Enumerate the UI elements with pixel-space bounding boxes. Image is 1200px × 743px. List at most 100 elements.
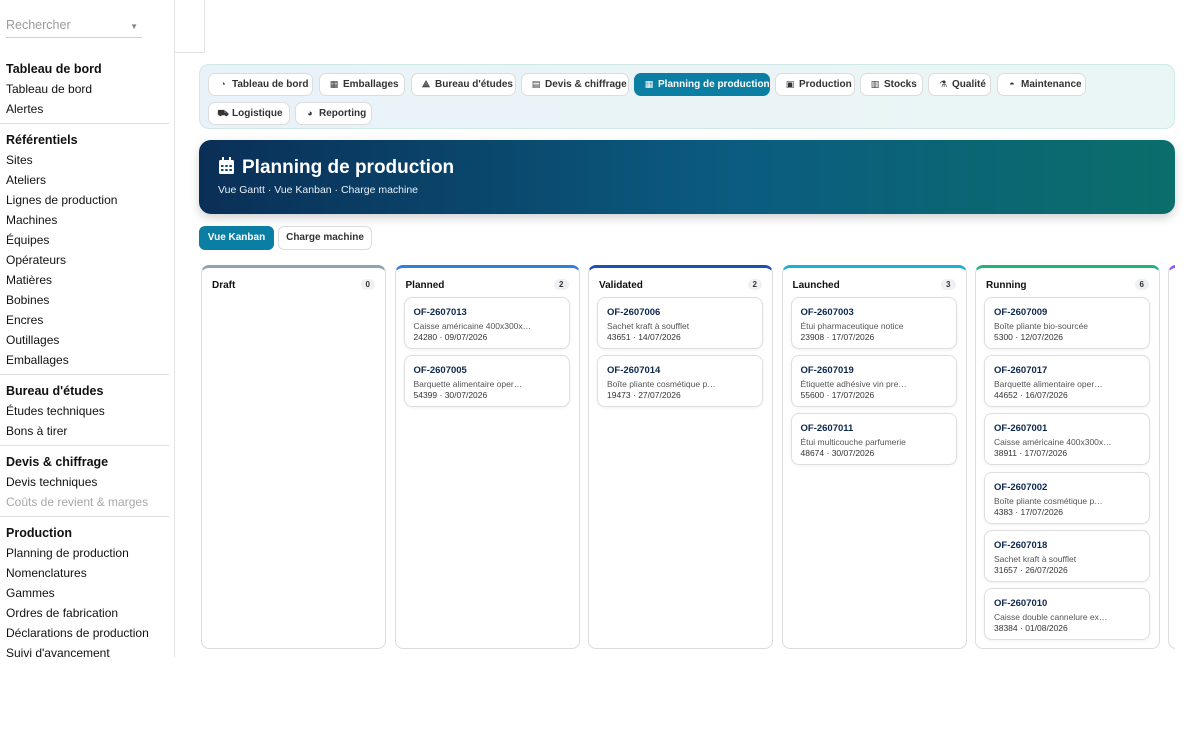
sidebar-item[interactable]: Matières: [6, 270, 170, 290]
order-meta: 23908 · 17/07/2026: [800, 332, 875, 342]
flask-icon: ⚗: [938, 79, 948, 89]
order-meta: 43651 · 14/07/2026: [607, 332, 681, 342]
tab-maintenance[interactable]: ◓ Maintenance: [997, 73, 1086, 96]
nav-divider: [0, 516, 169, 517]
search-select[interactable]: Rechercher ▼: [6, 18, 142, 38]
sidebar-item[interactable]: Ateliers: [6, 170, 170, 190]
sidebar-item[interactable]: Sites: [6, 150, 170, 170]
order-meta: 38911 · 17/07/2026: [994, 448, 1068, 459]
order-card[interactable]: OF-2607010 Caisse double cannelure ex… 383…: [984, 588, 1150, 640]
order-id: OF-2607013: [413, 307, 467, 318]
vue-kanban-button[interactable]: Vue Kanban: [199, 226, 274, 250]
order-card[interactable]: OF-2607017 Barquette alimentaire oper… 446…: [984, 355, 1150, 408]
sidebar-item[interactable]: Bobines: [6, 290, 170, 310]
order-card[interactable]: OF-2607009 Boîte pliante bio-sourcée 5300 …: [984, 297, 1150, 349]
sidebar-item[interactable]: Coûts de revient & marges: [6, 492, 170, 512]
order-card[interactable]: OF-2607019 Étiquette adhésive vin pre… 556…: [790, 355, 957, 408]
order-id: OF-2607019: [800, 365, 854, 377]
order-description: Étui pharmaceutique notice: [800, 321, 904, 331]
order-card[interactable]: OF-2607006 Sachet kraft à soufflet 43651 ·…: [597, 297, 763, 349]
sidebar-item[interactable]: Alertes: [6, 99, 170, 119]
order-card[interactable]: OF-2607014 Boîte pliante cosmétique p… 194…: [597, 355, 763, 408]
order-card[interactable]: OF-2607005 Barquette alimentaire oper… 543…: [403, 355, 570, 408]
sidebar-item[interactable]: Études techniques: [6, 401, 170, 421]
order-description: Boîte pliante cosmétique p…: [607, 379, 716, 390]
column-title: Planned: [405, 280, 445, 291]
sidebar-item[interactable]: Gammes: [6, 583, 170, 603]
order-card[interactable]: OF-2607011 Étui multicouche parfumerie 486…: [790, 413, 957, 466]
order-card[interactable]: OF-2607003 Étui pharmaceutique notice 2390…: [790, 297, 957, 349]
tab-stocks[interactable]: ▥ Stocks: [860, 73, 923, 96]
nav-section: Devis & chiffrage Devis techniques Coûts d…: [0, 452, 170, 512]
nav-section: Référentiels Sites Ateliers Lignes de produ…: [0, 130, 170, 370]
chevron-down-icon[interactable]: ▼: [130, 22, 138, 31]
page-subtitle: Vue Gantt · Vue Kanban · Charge machine: [218, 184, 419, 196]
nav-section-title: Bureau d'études: [6, 384, 104, 398]
sidebar-item[interactable]: Outillages: [6, 330, 170, 350]
sidebar-item[interactable]: Tableau de bord: [6, 79, 170, 99]
nav-section: Tableau de bord Tableau de bord Alertes: [0, 59, 170, 119]
sidebar-item[interactable]: Emballages: [6, 350, 170, 370]
order-id: OF-2607011: [800, 423, 854, 435]
column-title: Draft: [212, 280, 236, 291]
compass-icon: ⟁: [421, 79, 431, 89]
order-description: Boîte pliante cosmétique p…: [994, 495, 1103, 506]
tab-devis-chiffrage[interactable]: ▤ Devis & chiffrage: [521, 73, 629, 96]
sidebar-item[interactable]: Suivi d'avancement: [6, 643, 170, 657]
nav-divider: [0, 445, 169, 446]
order-meta: 55600 · 17/07/2026: [800, 390, 875, 401]
kanban-column-validated: Validated 2 OF-2607006 Sachet kraft à souff…: [588, 265, 773, 649]
order-card[interactable]: OF-2607018 Sachet kraft à soufflet 31657 ·…: [984, 529, 1150, 582]
tab-label: Maintenance: [1021, 79, 1082, 90]
sidebar-item[interactable]: Ordres de fabrication: [6, 603, 170, 623]
order-card[interactable]: OF-2607001 Caisse américaine 400x300x… 389…: [984, 413, 1150, 466]
tab-tableau-de-bord[interactable]: ◔ Tableau de bord: [208, 73, 313, 96]
truck-icon: ⛟: [217, 108, 229, 118]
tab-qualité[interactable]: ⚗ Qualité: [928, 73, 991, 96]
sidebar-item[interactable]: Opérateurs: [6, 250, 170, 270]
tab-planning-de-production[interactable]: ▦ Planning de production: [634, 73, 770, 96]
order-meta: 48674 · 30/07/2026: [800, 448, 875, 459]
order-meta: 38384 · 01/08/2026: [994, 623, 1068, 633]
sidebar-item[interactable]: Équipes: [6, 230, 170, 250]
chart-pie-icon: ◕: [307, 108, 313, 118]
charge-machine-button[interactable]: Charge machine: [278, 226, 372, 250]
tab-reporting[interactable]: ◕ Reporting: [295, 102, 372, 125]
order-description: Caisse américaine 400x300x…: [994, 437, 1112, 448]
kanban-board: Draft 0 Planned 2 OF-2607013 Caisse américain…: [199, 262, 1175, 650]
column-count-badge: 2: [554, 279, 569, 290]
order-id: OF-2607005: [413, 365, 467, 377]
sidebar-item[interactable]: Lignes de production: [6, 190, 170, 210]
tab-label: Planning de production: [658, 79, 770, 90]
sidebar-item[interactable]: Devis techniques: [6, 472, 170, 492]
tab-emballages[interactable]: ▦ Emballages: [319, 73, 405, 96]
nav-section: Bureau d'études Études techniques Bons à t…: [0, 381, 170, 441]
order-id: OF-2607014: [607, 365, 661, 377]
tab-logistique[interactable]: ⛟ Logistique: [208, 102, 290, 125]
sidebar-item[interactable]: Nomenclatures: [6, 563, 170, 583]
tab-label: Bureau d'études: [435, 79, 513, 90]
kanban-column-planned: Planned 2 OF-2607013 Caisse américaine 400x…: [394, 265, 580, 649]
order-description: Étiquette adhésive vin pre…: [800, 379, 907, 390]
boxes-icon: ▦: [329, 79, 339, 89]
nav-section-title: Devis & chiffrage: [6, 455, 109, 469]
order-meta: 19473 · 27/07/2026: [607, 390, 681, 401]
sidebar-item[interactable]: Planning de production: [6, 543, 170, 563]
warehouse-icon: ▥: [870, 79, 880, 89]
tab-production[interactable]: ▣ Production: [775, 73, 855, 96]
sidebar-item[interactable]: Machines: [6, 210, 170, 230]
page-title-text: Planning de production: [242, 157, 455, 178]
order-card[interactable]: OF-2607013 Caisse américaine 400x300x… 242…: [403, 297, 570, 349]
column-title: Validated: [599, 280, 643, 291]
order-description: Sachet kraft à soufflet: [607, 321, 690, 331]
sidebar-item[interactable]: Bons à tirer: [6, 421, 170, 441]
order-description: Barquette alimentaire oper…: [413, 379, 523, 390]
search-placeholder: Rechercher: [6, 18, 71, 32]
order-id: OF-2607009: [994, 307, 1048, 318]
order-card[interactable]: OF-2607002 Boîte pliante cosmétique p… 438…: [984, 471, 1150, 524]
sidebar-item[interactable]: Déclarations de production: [6, 623, 170, 643]
kanban-column-running: Running 6 OF-2607009 Boîte pliante bio-sour…: [975, 265, 1160, 649]
tab-label: Stocks: [884, 79, 917, 90]
sidebar-item[interactable]: Encres: [6, 310, 170, 330]
tab-bureau-d-études[interactable]: ⟁ Bureau d'études: [411, 73, 516, 96]
